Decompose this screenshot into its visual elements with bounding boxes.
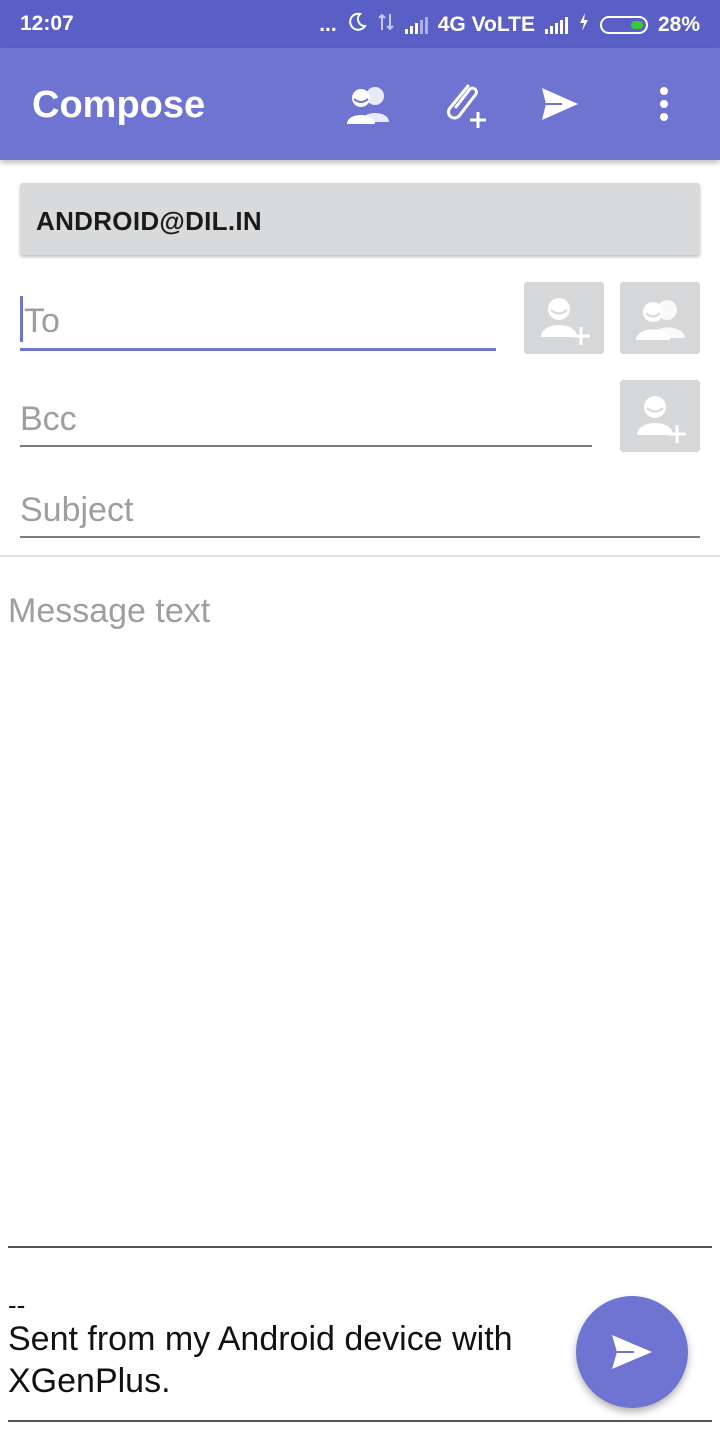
- contacts-button[interactable]: [340, 76, 396, 132]
- attach-icon: [447, 84, 486, 128]
- more-options-button[interactable]: [636, 76, 692, 132]
- battery-percent: 28%: [657, 13, 700, 36]
- text-cursor: [20, 296, 23, 342]
- signature-text[interactable]: -- Sent from my Android device with XGen…: [8, 1292, 513, 1402]
- network-type: 4G VoLTE: [437, 13, 535, 36]
- add-contact-icon: [637, 396, 686, 443]
- moon-icon: [347, 12, 367, 38]
- status-time: 12:07: [20, 12, 74, 35]
- to-underline: [20, 348, 496, 351]
- send-fab-button[interactable]: [576, 1296, 688, 1408]
- send-icon: [542, 88, 578, 120]
- charging-icon: [578, 12, 590, 38]
- status-bar: 12:07 ... 4G VoLTE 28%: [0, 0, 720, 48]
- signature-underline: [8, 1420, 712, 1422]
- bcc-placeholder: Bcc: [20, 400, 77, 438]
- message-bottom-line: [8, 1246, 712, 1248]
- add-contact-icon: [541, 298, 590, 345]
- to-placeholder: To: [24, 302, 60, 340]
- status-dots: ...: [319, 13, 337, 36]
- attach-button[interactable]: [436, 76, 492, 132]
- add-to-group-button[interactable]: [620, 282, 700, 354]
- group-contacts-icon: [636, 300, 685, 340]
- account-selector[interactable]: ANDROID@DIL.IN: [20, 183, 700, 255]
- send-icon: [612, 1335, 652, 1369]
- add-bcc-contact-button[interactable]: [620, 380, 700, 452]
- subject-underline: [20, 536, 700, 538]
- data-arrows-icon: [377, 12, 395, 38]
- signature-separator: --: [8, 1290, 26, 1320]
- battery-icon: [599, 16, 648, 34]
- app-bar: Compose: [0, 48, 720, 160]
- more-vert-icon: [660, 87, 668, 121]
- contacts-icon: [347, 87, 389, 124]
- page-title: Compose: [32, 84, 206, 126]
- signature-line-2: XGenPlus.: [8, 1362, 171, 1400]
- bcc-underline: [20, 445, 592, 447]
- signature-line-1: Sent from my Android device with: [8, 1320, 513, 1358]
- signal-icon: [404, 16, 428, 34]
- add-to-contact-button[interactable]: [524, 282, 604, 354]
- send-toolbar-button[interactable]: [532, 76, 588, 132]
- header-divider: [0, 555, 720, 557]
- message-text-input[interactable]: Message text: [8, 592, 210, 631]
- signal-icon-2: [544, 16, 568, 34]
- subject-placeholder: Subject: [20, 491, 134, 529]
